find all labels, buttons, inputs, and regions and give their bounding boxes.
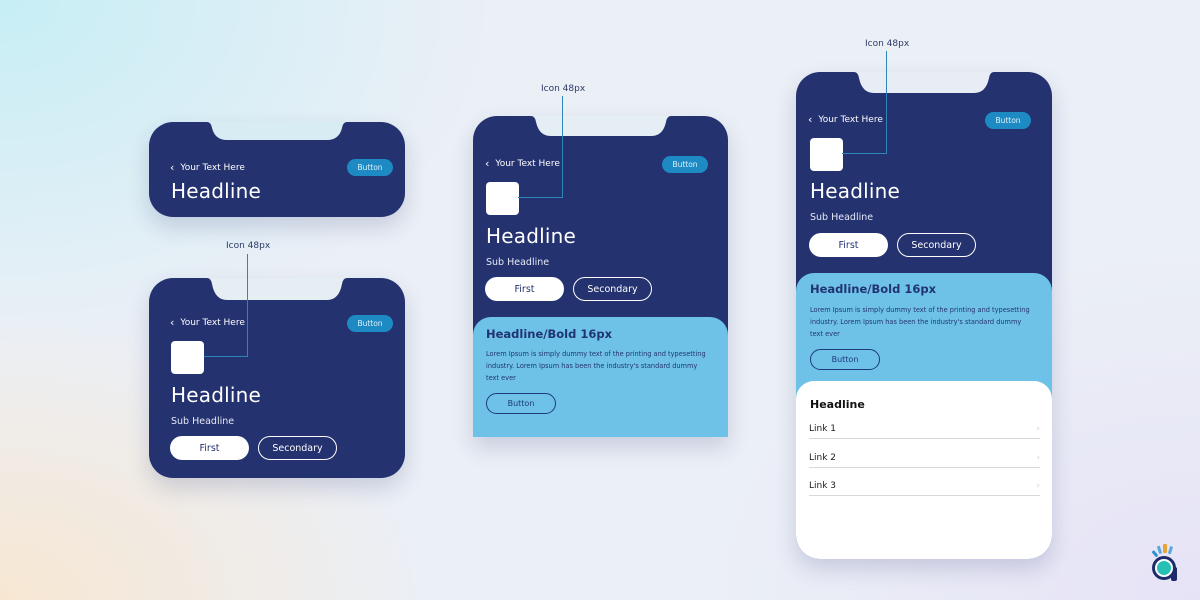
card-button[interactable]: Button [810,349,880,370]
card-title: Headline/Bold 16px [486,327,612,341]
first-button[interactable]: First [809,233,888,257]
chevron-left-icon: ‹ [170,316,175,329]
notch-cutout [207,122,347,140]
chevron-left-icon: ‹ [485,157,490,170]
secondary-button[interactable]: Secondary [258,436,337,460]
back-link[interactable]: ‹ Your Text Here [170,317,245,328]
notch-cutout [854,72,994,93]
header-button[interactable]: Button [985,112,1031,129]
header-button[interactable]: Button [662,156,708,173]
secondary-button[interactable]: Secondary [573,277,652,301]
back-label: Your Text Here [180,317,245,328]
notch-cutout [207,278,347,300]
screen-header-compact: ‹ Your Text Here Button Headline [149,122,405,217]
back-link[interactable]: ‹ Your Text Here [485,158,560,169]
first-button[interactable]: First [485,277,564,301]
card-title: Headline/Bold 16px [810,282,936,296]
list-item-link-3[interactable]: Link 3 › [809,476,1040,496]
link-label: Link 3 [809,480,837,491]
annotation-leader-line [247,254,248,357]
headline: Headline [810,179,900,203]
subheadline: Sub Headline [810,212,874,223]
headline: Headline [171,179,261,203]
back-link[interactable]: ‹ Your Text Here [170,162,245,173]
back-label: Your Text Here [818,114,883,125]
brand-logo-icon [1151,544,1177,581]
back-link[interactable]: ‹ Your Text Here [808,114,883,125]
logo-dot [1157,561,1171,575]
card-button[interactable]: Button [486,393,556,414]
list-title: Headline [810,398,865,411]
icon-size-annotation: Icon 48px [865,39,910,49]
list-item-link-2[interactable]: Link 2 › [809,448,1040,468]
logo-rays [1151,544,1173,557]
notch-cutout [531,116,671,136]
header-button[interactable]: Button [347,159,393,176]
icon-placeholder [810,138,843,171]
back-label: Your Text Here [180,162,245,173]
chevron-left-icon: ‹ [170,161,175,174]
subheadline: Sub Headline [486,257,550,268]
annotation-leader-line [204,356,248,357]
card-body: Lorem Ipsum is simply dummy text of the … [486,350,706,382]
annotation-leader-line [842,153,887,154]
info-card: Headline/Bold 16px Lorem Ipsum is simply… [473,317,728,437]
link-list-card: Headline Link 1 › Link 2 › Link 3 › [796,381,1052,559]
back-label: Your Text Here [495,158,560,169]
icon-placeholder [171,341,204,374]
card-body: Lorem Ipsum is simply dummy text of the … [810,306,1030,338]
annotation-leader-line [886,51,887,154]
list-item-link-1[interactable]: Link 1 › [809,419,1040,439]
icon-size-annotation: Icon 48px [226,241,271,251]
screen-header-with-icon: ‹ Your Text Here Button Headline Sub Hea… [149,278,405,478]
headline: Headline [486,224,576,248]
screen-full: ‹ Your Text Here Button Headline Sub Hea… [796,72,1052,559]
chevron-right-icon: › [1036,480,1040,491]
icon-size-annotation: Icon 48px [541,84,586,94]
chevron-left-icon: ‹ [808,113,813,126]
chevron-right-icon: › [1036,423,1040,434]
link-label: Link 2 [809,452,837,463]
annotation-leader-line [518,197,563,198]
icon-placeholder [486,182,519,215]
subheadline: Sub Headline [171,416,235,427]
screen-header-with-card: ‹ Your Text Here Button Headline Sub Hea… [473,116,728,437]
secondary-button[interactable]: Secondary [897,233,976,257]
headline: Headline [171,383,261,407]
annotation-leader-line [562,96,563,198]
link-label: Link 1 [809,423,837,434]
header-button[interactable]: Button [347,315,393,332]
chevron-right-icon: › [1036,452,1040,463]
first-button[interactable]: First [170,436,249,460]
